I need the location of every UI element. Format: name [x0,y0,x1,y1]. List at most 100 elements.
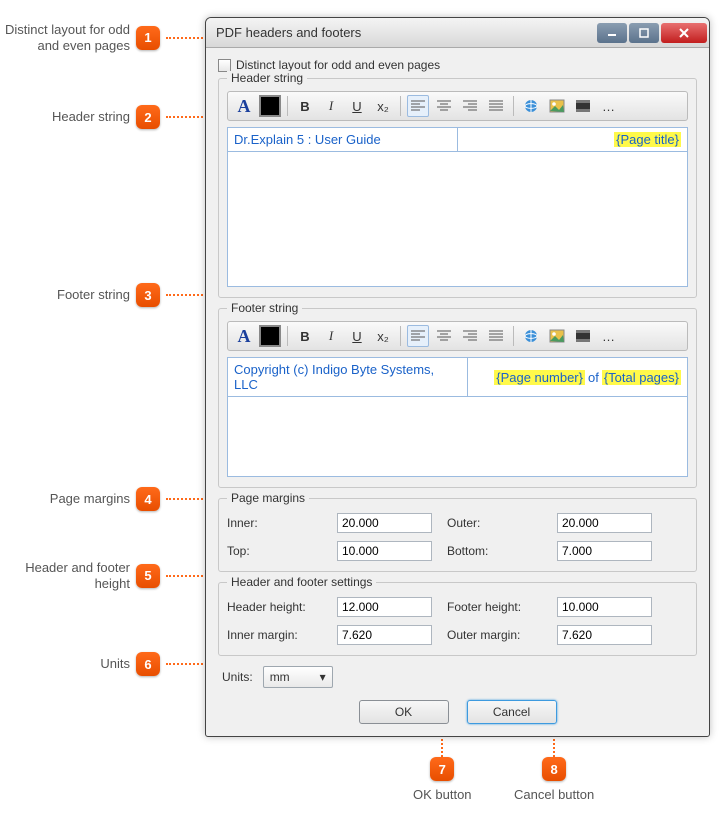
units-select[interactable]: mm ▾ [263,666,333,688]
align-justify-button[interactable] [485,95,507,117]
header-height-label: Header height: [227,600,337,614]
minimize-button[interactable] [597,23,627,43]
underline-button[interactable]: U [346,95,368,117]
top-label: Top: [227,544,337,558]
callout-3-badge: 3 [136,283,160,307]
callout-4-label: Page margins [0,491,130,507]
font-color-button[interactable] [259,325,281,347]
more-button[interactable]: … [598,95,620,117]
align-justify-button[interactable] [485,325,507,347]
insert-link-button[interactable] [520,95,542,117]
more-button[interactable]: … [598,325,620,347]
video-icon [575,99,591,113]
align-right-button[interactable] [459,325,481,347]
footer-height-label: Footer height: [447,600,557,614]
toolbar-separator [400,326,401,346]
inner-margin-label: Inner margin: [227,628,337,642]
callout-8-leader [553,735,555,757]
footer-editor[interactable]: Copyright (c) Indigo Byte Systems, LLC {… [227,357,688,477]
toolbar-separator [287,96,288,116]
image-icon [549,99,565,113]
footer-left-cell[interactable]: Copyright (c) Indigo Byte Systems, LLC [228,358,468,396]
font-button[interactable]: A [233,95,255,117]
callout-3-label: Footer string [0,287,130,303]
header-string-group: Header string A B I U x₂ [218,78,697,298]
inner-input[interactable] [337,513,432,533]
outer-input[interactable] [557,513,652,533]
page-number-placeholder: {Page number} [494,370,585,385]
callout-8-label: Cancel button [514,787,594,803]
header-editor[interactable]: Dr.Explain 5 : User Guide {Page title} [227,127,688,287]
dialog-window: PDF headers and footers Distinct layout … [205,17,710,737]
titlebar[interactable]: PDF headers and footers [206,18,709,48]
callout-5-label: Header and footer height [0,560,130,591]
footer-right-cell[interactable]: {Page number} of {Total pages} [468,358,687,396]
font-button[interactable]: A [233,325,255,347]
underline-button[interactable]: U [346,325,368,347]
callout-1-badge: 1 [136,26,160,50]
maximize-button[interactable] [629,23,659,43]
align-justify-icon [489,330,503,342]
dialog-title: PDF headers and footers [216,25,595,40]
bold-button[interactable]: B [294,325,316,347]
color-swatch-icon [259,95,281,117]
link-icon [523,98,539,114]
bottom-label: Bottom: [447,544,557,558]
hf-settings-group: Header and footer settings Header height… [218,582,697,656]
outer-label: Outer: [447,516,557,530]
insert-image-button[interactable] [546,325,568,347]
insert-video-button[interactable] [572,95,594,117]
callout-6-label: Units [0,656,130,672]
insert-video-button[interactable] [572,325,594,347]
toolbar-separator [513,96,514,116]
cancel-button[interactable]: Cancel [467,700,557,724]
total-pages-placeholder: {Total pages} [602,370,681,385]
chevron-down-icon: ▾ [320,670,326,684]
callout-1-label: Distinct layout for odd and even pages [0,22,130,53]
align-center-button[interactable] [433,325,455,347]
header-string-legend: Header string [227,71,307,85]
italic-button[interactable]: I [320,325,342,347]
color-swatch-icon [259,325,281,347]
align-right-icon [463,330,477,342]
image-icon [549,329,565,343]
distinct-layout-checkbox[interactable]: Distinct layout for odd and even pages [218,58,697,72]
italic-button[interactable]: I [320,95,342,117]
footer-string-legend: Footer string [227,301,302,315]
subscript-button[interactable]: x₂ [372,325,394,347]
align-left-button[interactable] [407,95,429,117]
link-icon [523,328,539,344]
insert-link-button[interactable] [520,325,542,347]
callout-6-badge: 6 [136,652,160,676]
ok-button[interactable]: OK [359,700,449,724]
footer-height-input[interactable] [557,597,652,617]
video-icon [575,329,591,343]
hf-settings-legend: Header and footer settings [227,575,376,589]
align-center-button[interactable] [433,95,455,117]
header-left-cell[interactable]: Dr.Explain 5 : User Guide [228,128,458,151]
page-margins-group: Page margins Inner: Outer: Top: Bottom: [218,498,697,572]
align-left-button[interactable] [407,325,429,347]
close-button[interactable] [661,23,707,43]
callout-7-label: OK button [413,787,472,803]
top-input[interactable] [337,541,432,561]
bottom-input[interactable] [557,541,652,561]
header-height-input[interactable] [337,597,432,617]
bold-button[interactable]: B [294,95,316,117]
footer-string-group: Footer string A B I U x₂ [218,308,697,488]
inner-margin-input[interactable] [337,625,432,645]
callout-7-leader [441,735,443,757]
units-selected-value: mm [270,670,290,684]
header-right-cell[interactable]: {Page title} [458,128,687,151]
align-center-icon [437,100,451,112]
distinct-layout-label: Distinct layout for odd and even pages [236,58,440,72]
align-right-button[interactable] [459,95,481,117]
insert-image-button[interactable] [546,95,568,117]
font-color-button[interactable] [259,95,281,117]
toolbar-separator [513,326,514,346]
align-right-icon [463,100,477,112]
subscript-button[interactable]: x₂ [372,95,394,117]
outer-margin-input[interactable] [557,625,652,645]
footer-toolbar: A B I U x₂ [227,321,688,351]
callout-7-badge: 7 [430,757,454,781]
